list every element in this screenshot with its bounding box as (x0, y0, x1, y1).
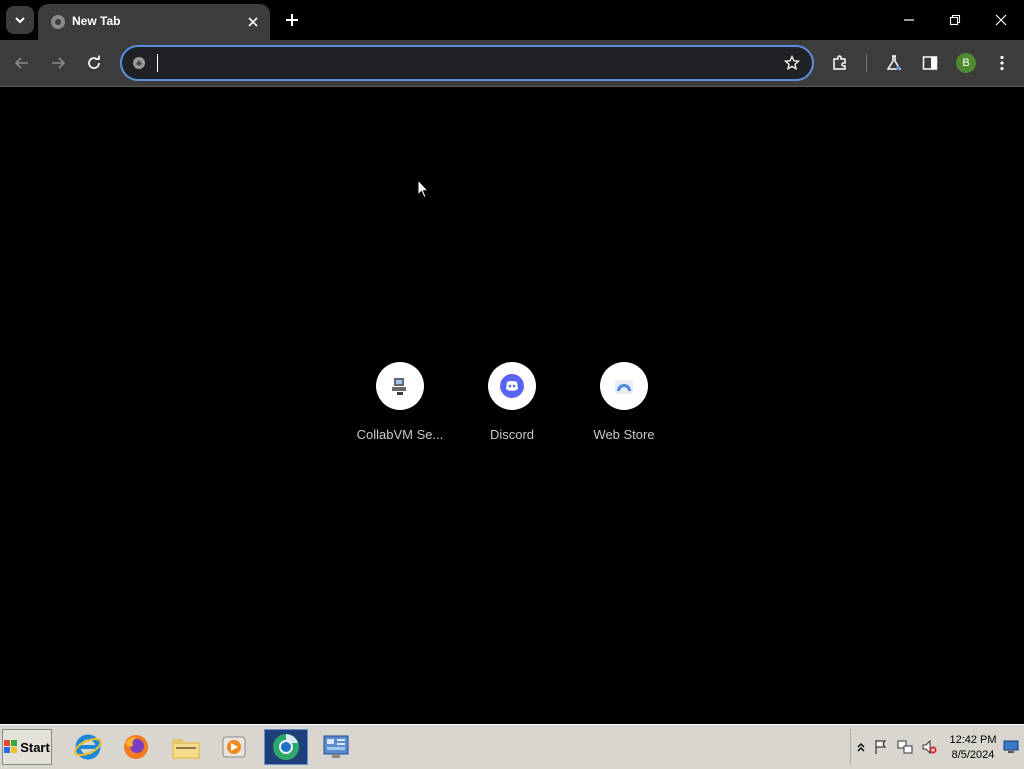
minimize-icon (904, 19, 914, 21)
network-button[interactable] (897, 739, 913, 755)
puzzle-icon (833, 55, 846, 70)
browser-toolbar: B (0, 40, 1024, 87)
collabvm-icon (392, 378, 406, 395)
reload-icon (88, 55, 100, 69)
file-explorer-icon (172, 739, 200, 759)
labs-button[interactable] (882, 51, 906, 75)
chevron-down-icon (15, 17, 25, 24)
arrow-left-icon (14, 57, 28, 69)
taskbar-internet-explorer[interactable] (66, 729, 110, 765)
clock-time: 12:42 PM (949, 734, 997, 746)
toolbar-divider (866, 54, 867, 72)
tab-new-tab[interactable]: New Tab (38, 4, 270, 40)
restore-button[interactable] (943, 8, 967, 32)
back-button[interactable] (10, 51, 34, 75)
action-center-button[interactable] (873, 739, 889, 755)
new-tab-button[interactable] (281, 9, 303, 31)
site-info-icon (133, 57, 145, 69)
volume-button[interactable] (921, 739, 937, 755)
taskbar-file-explorer[interactable] (164, 729, 208, 765)
chevron-up-icon (857, 743, 865, 752)
start-label: Start (20, 739, 50, 755)
taskbar: Start 12:42 PM 8/5/2024 (0, 724, 1024, 769)
network-icon (897, 740, 913, 754)
forward-button[interactable] (46, 51, 70, 75)
web-store-icon (615, 380, 633, 394)
arrow-right-icon (52, 57, 66, 69)
shortcut-tile (600, 362, 648, 410)
show-desktop-button[interactable] (1003, 739, 1019, 755)
taskbar-clock[interactable]: 12:42 PM 8/5/2024 (943, 733, 1003, 763)
chrome-icon (273, 734, 299, 760)
globe-icon (51, 15, 65, 29)
taskbar-control-panel[interactable] (314, 729, 358, 765)
show-hidden-icons-button[interactable] (853, 739, 869, 755)
menu-button[interactable] (990, 51, 1014, 75)
firefox-icon (124, 735, 148, 759)
more-vertical-icon (1000, 55, 1004, 71)
side-panel-icon (922, 56, 938, 70)
shortcut-web-store[interactable]: Web Store (568, 362, 680, 442)
text-caret (157, 54, 158, 72)
media-player-icon (222, 736, 246, 758)
side-panel-button[interactable] (918, 51, 942, 75)
shortcut-collabvm[interactable]: CollabVM Se... (344, 362, 456, 442)
flag-icon (875, 740, 887, 754)
windows-logo-icon (4, 740, 18, 753)
shortcut-label: Web Store (593, 427, 655, 442)
restore-icon (949, 14, 961, 26)
speaker-muted-icon (922, 739, 937, 755)
desktop-icon (1003, 740, 1019, 753)
tab-search-button[interactable] (6, 6, 34, 34)
tab-close-button[interactable] (244, 13, 262, 31)
shortcut-tile (376, 362, 424, 410)
taskbar-media-player[interactable] (212, 729, 256, 765)
star-icon (784, 55, 800, 71)
control-panel-icon (323, 735, 349, 758)
tab-title: New Tab (72, 14, 121, 28)
mouse-cursor-icon (417, 179, 429, 199)
internet-explorer-icon (74, 734, 102, 760)
flask-icon (886, 55, 902, 70)
window-close-button[interactable] (989, 8, 1013, 32)
shortcut-label: Discord (489, 427, 535, 442)
close-icon (248, 17, 258, 27)
shortcut-tile (488, 362, 536, 410)
plus-icon (286, 14, 298, 26)
tab-strip: New Tab (0, 0, 1024, 40)
address-input[interactable] (156, 52, 770, 76)
discord-icon (500, 374, 524, 398)
minimize-button[interactable] (897, 8, 921, 32)
shortcut-discord[interactable]: Discord (456, 362, 568, 442)
system-tray: 12:42 PM 8/5/2024 (850, 729, 1021, 765)
taskbar-chrome[interactable] (264, 729, 308, 765)
clock-date: 8/5/2024 (951, 749, 995, 761)
extensions-button[interactable] (828, 51, 852, 75)
profile-avatar[interactable]: B (956, 53, 976, 73)
reload-button[interactable] (82, 51, 106, 75)
address-bar[interactable] (120, 45, 814, 81)
bookmark-button[interactable] (782, 53, 802, 73)
close-icon (995, 14, 1007, 26)
start-button[interactable]: Start (2, 729, 52, 765)
shortcut-label: CollabVM Se... (356, 427, 444, 442)
taskbar-firefox[interactable] (114, 729, 158, 765)
